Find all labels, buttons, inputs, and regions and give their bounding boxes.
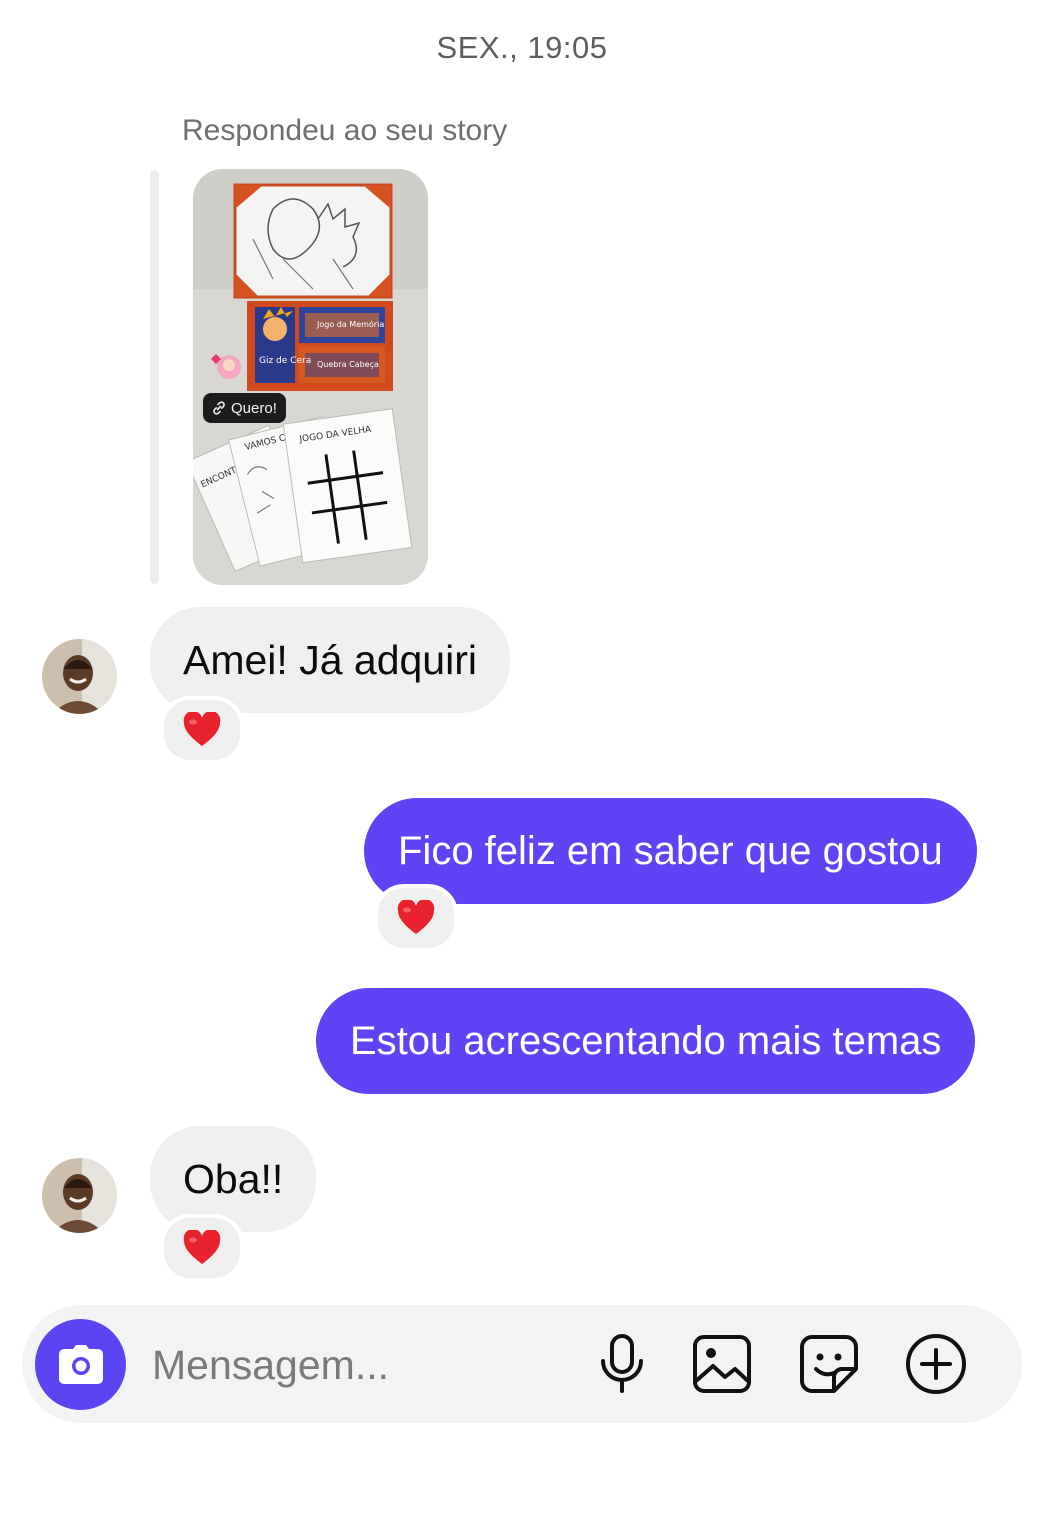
conversation-timestamp: SEX., 19:05 — [436, 30, 608, 65]
incoming-message-bubble[interactable]: Oba!! — [150, 1126, 317, 1232]
message-reaction[interactable] — [160, 696, 244, 764]
link-sticker-label: Quero! — [231, 399, 277, 417]
message-reaction[interactable] — [160, 1214, 244, 1282]
heart-icon — [397, 900, 435, 934]
message-text: Oba!! — [183, 1156, 284, 1202]
voice-message-button[interactable] — [588, 1330, 656, 1398]
story-label-giz: Giz de Cera — [259, 356, 311, 366]
link-sticker[interactable]: Quero! — [203, 393, 286, 423]
link-icon — [213, 401, 225, 415]
heart-icon — [183, 712, 221, 746]
message-text: Estou acrescentando mais temas — [350, 1019, 942, 1063]
more-options-button[interactable] — [902, 1330, 970, 1398]
message-reaction[interactable] — [374, 884, 458, 952]
gallery-icon — [693, 1335, 751, 1393]
camera-button[interactable] — [35, 1319, 126, 1410]
story-label-memoria: Jogo da Memória — [316, 319, 384, 329]
story-reply-label: Respondeu ao seu story — [182, 114, 508, 147]
contact-avatar[interactable] — [42, 639, 117, 714]
message-text: Amei! Já adquiri — [183, 637, 477, 683]
gallery-button[interactable] — [688, 1330, 756, 1398]
sticker-icon — [800, 1335, 858, 1393]
contact-avatar[interactable] — [42, 1158, 117, 1233]
story-label-quebra: Quebra Cabeça — [317, 360, 379, 369]
sticker-button[interactable] — [795, 1330, 863, 1398]
reply-indicator-bar — [150, 170, 159, 584]
outgoing-message-bubble[interactable]: Estou acrescentando mais temas — [316, 988, 976, 1094]
message-input[interactable] — [150, 1329, 574, 1401]
heart-icon — [183, 1230, 221, 1264]
story-image: Giz de Cera Jogo da Memória Quebra Cabeç… — [193, 169, 428, 585]
camera-icon — [58, 1344, 103, 1384]
avatar-photo — [42, 1158, 117, 1233]
outgoing-message-bubble[interactable]: Fico feliz em saber que gostou — [364, 798, 977, 904]
microphone-icon — [601, 1334, 643, 1393]
message-text: Fico feliz em saber que gostou — [398, 829, 943, 873]
story-thumbnail[interactable]: Giz de Cera Jogo da Memória Quebra Cabeç… — [193, 169, 428, 585]
avatar-photo — [42, 639, 117, 714]
plus-circle-icon — [906, 1334, 966, 1394]
message-composer — [22, 1305, 1022, 1423]
